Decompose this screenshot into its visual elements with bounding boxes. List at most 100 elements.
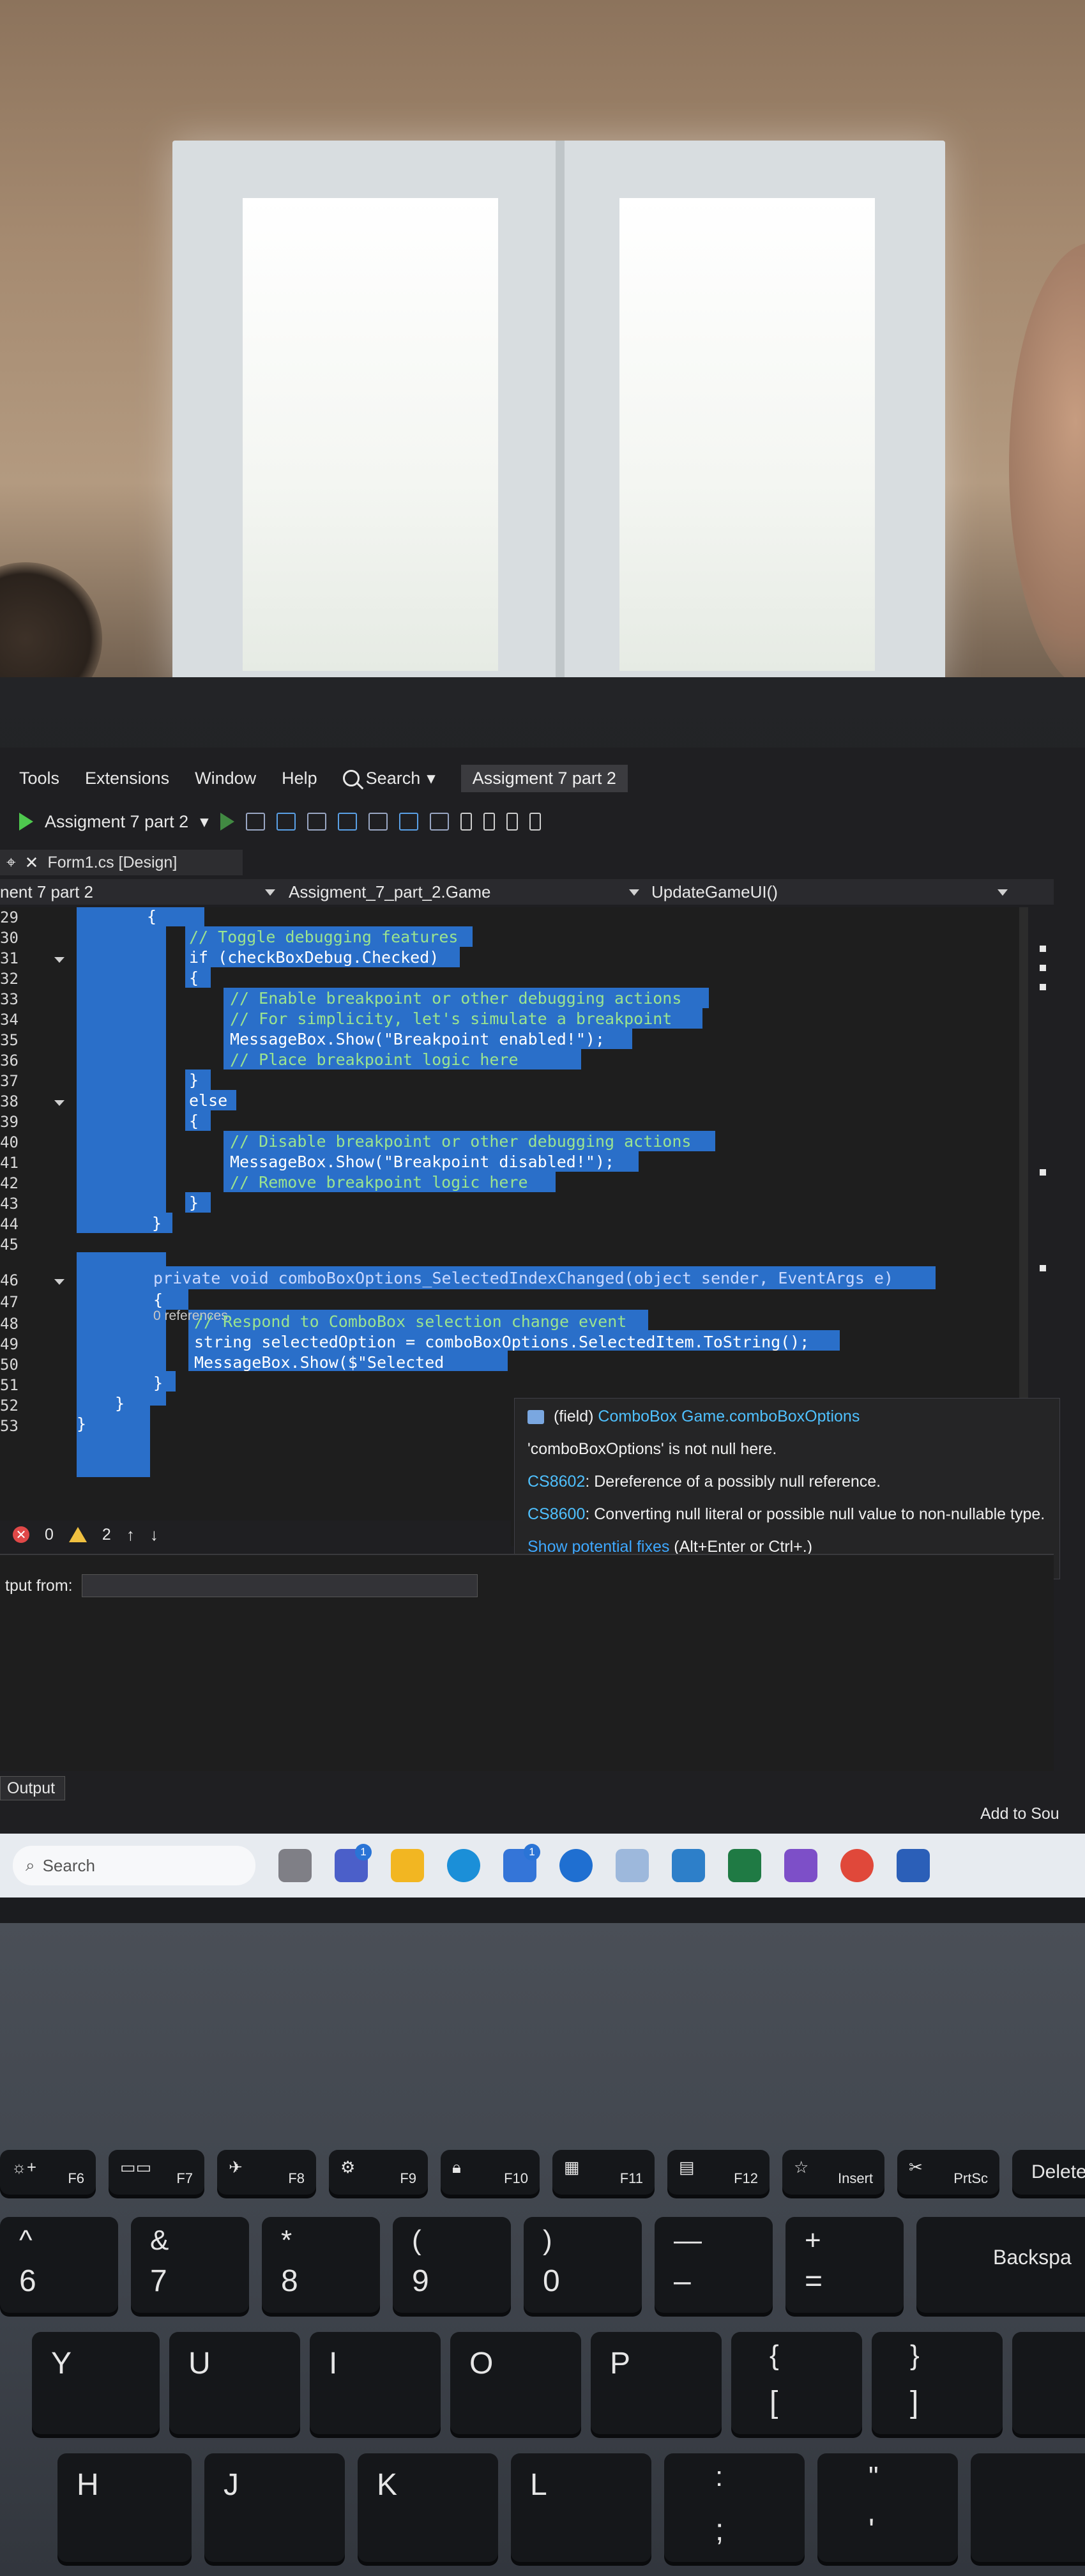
- uncomment-icon[interactable]: [429, 813, 449, 831]
- chevron-down-icon[interactable]: [629, 889, 639, 896]
- taskbar-search[interactable]: ⌕ Search: [13, 1846, 255, 1885]
- comment-icon[interactable]: [398, 813, 418, 831]
- key-h[interactable]: H: [57, 2453, 192, 2562]
- key-open-bracket[interactable]: {[: [731, 2332, 862, 2434]
- line-number: 53: [0, 1417, 19, 1435]
- layout-icon[interactable]: [276, 813, 296, 831]
- store-icon[interactable]: 1: [503, 1844, 540, 1882]
- key-f11[interactable]: ▦ F11: [552, 2150, 655, 2195]
- bookmark-next-icon[interactable]: [506, 813, 518, 831]
- key-p[interactable]: P: [591, 2332, 722, 2434]
- key-o[interactable]: O: [450, 2332, 581, 2434]
- step-icon[interactable]: [337, 813, 357, 831]
- chrome-icon[interactable]: [840, 1849, 874, 1882]
- text-selection: [166, 907, 204, 926]
- visual-studio-icon[interactable]: [784, 1849, 817, 1882]
- edge-icon[interactable]: [447, 1849, 480, 1882]
- bookmark-clear-icon[interactable]: [529, 813, 541, 831]
- tooltip-signature: (field) ComboBox Game.comboBoxOptions: [527, 1407, 1047, 1426]
- nav-member-dropdown[interactable]: UpdateGameUI(): [651, 882, 778, 902]
- key-equals[interactable]: + =: [785, 2217, 904, 2313]
- hot-reload-icon[interactable]: [245, 813, 265, 831]
- key-label: F6: [68, 2170, 84, 2186]
- key-9[interactable]: (9: [393, 2217, 511, 2313]
- arrow-down-icon[interactable]: ↓: [150, 1525, 158, 1545]
- fold-toggle[interactable]: [54, 1279, 64, 1285]
- key-f8[interactable]: ✈ F8: [217, 2150, 316, 2195]
- menu-tools[interactable]: Tools: [19, 769, 59, 788]
- key-f6[interactable]: ☼+ F6: [0, 2150, 96, 2195]
- key-close-bracket[interactable]: }]: [872, 2332, 1003, 2434]
- bookmark-icon[interactable]: [460, 813, 472, 831]
- key-f10[interactable]: 🔒︎ F10: [441, 2150, 540, 2195]
- key-0[interactable]: ) 0: [524, 2217, 642, 2313]
- key-f7[interactable]: ▭▭ F7: [109, 2150, 204, 2195]
- key-f9[interactable]: ⚙ F9: [329, 2150, 428, 2195]
- line-number: 47: [0, 1293, 19, 1311]
- key-label: F11: [619, 2170, 643, 2186]
- key-quote[interactable]: " ': [817, 2453, 958, 2562]
- word-icon[interactable]: [897, 1849, 930, 1882]
- chevron-down-icon[interactable]: ▾: [200, 812, 209, 832]
- chevron-down-icon[interactable]: [998, 889, 1008, 896]
- file-explorer-icon[interactable]: [391, 1849, 424, 1882]
- warning-icon[interactable]: [68, 1527, 87, 1542]
- align-icon[interactable]: [368, 813, 388, 831]
- bookmark-prev-icon[interactable]: [483, 813, 495, 831]
- line-number: 33: [0, 990, 19, 1008]
- key-minus[interactable]: — –: [655, 2217, 773, 2313]
- key-u[interactable]: U: [169, 2332, 300, 2434]
- close-icon[interactable]: ✕: [25, 853, 39, 873]
- key-semicolon[interactable]: :;: [664, 2453, 805, 2562]
- key-l[interactable]: L: [511, 2453, 651, 2562]
- arrow-up-icon[interactable]: ↑: [126, 1525, 135, 1545]
- key-6[interactable]: ^ 6: [0, 2217, 118, 2313]
- add-to-source-control[interactable]: Add to Sou: [980, 1805, 1059, 1823]
- error-icon[interactable]: ✕: [13, 1526, 29, 1543]
- line-number: 42: [0, 1174, 19, 1192]
- start-debug-icon[interactable]: [19, 813, 33, 831]
- excel-icon[interactable]: [728, 1849, 761, 1882]
- key-7[interactable]: & 7: [131, 2217, 249, 2313]
- key-k[interactable]: K: [358, 2453, 498, 2562]
- key-y[interactable]: Y: [32, 2332, 160, 2434]
- tab-output[interactable]: Output: [0, 1776, 65, 1800]
- start-without-debug-icon[interactable]: [220, 813, 234, 831]
- warning-code-link[interactable]: CS8602: [527, 1473, 585, 1491]
- navigation-bar: nent 7 part 2 Assigment_7_part_2.Game Up…: [0, 879, 1054, 905]
- fold-toggle[interactable]: [54, 1100, 64, 1106]
- key-enter[interactable]: [971, 2453, 1085, 2562]
- show-fixes-link[interactable]: Show potential fixes: [527, 1538, 669, 1556]
- menu-extensions[interactable]: Extensions: [85, 769, 169, 788]
- key-backspace[interactable]: Backspa: [916, 2217, 1085, 2313]
- key-8[interactable]: * 8: [262, 2217, 380, 2313]
- key-label: Delete: [1031, 2161, 1085, 2182]
- menu-help[interactable]: Help: [282, 769, 317, 788]
- fold-toggle[interactable]: [54, 957, 64, 963]
- pin-icon[interactable]: ⌖: [6, 852, 16, 873]
- startup-project-label[interactable]: Assigment 7 part 2: [45, 812, 188, 832]
- key-delete[interactable]: Delete: [1012, 2150, 1085, 2195]
- key-insert[interactable]: ☆ Insert: [782, 2150, 884, 2195]
- search-box[interactable]: Search ▾: [342, 768, 436, 788]
- chevron-down-icon[interactable]: [265, 889, 275, 896]
- menu-window[interactable]: Window: [195, 769, 256, 788]
- warning-code-link[interactable]: CS8600: [527, 1505, 585, 1523]
- key-i[interactable]: I: [310, 2332, 441, 2434]
- nav-project-dropdown[interactable]: nent 7 part 2: [0, 882, 93, 902]
- python-icon[interactable]: [672, 1849, 705, 1882]
- key-prtsc[interactable]: ✂ PrtSc: [897, 2150, 999, 2195]
- filter-icon[interactable]: [307, 813, 326, 831]
- tab-form-design[interactable]: ⌖ ✕ Form1.cs [Design]: [0, 850, 243, 875]
- key-j[interactable]: J: [204, 2453, 345, 2562]
- cortana-icon[interactable]: [559, 1849, 593, 1882]
- teams-icon[interactable]: 1: [335, 1844, 372, 1882]
- nav-class-dropdown[interactable]: Assigment_7_part_2.Game: [289, 882, 491, 902]
- key-f12[interactable]: ▤ F12: [667, 2150, 770, 2195]
- key-backslash[interactable]: [1012, 2332, 1085, 2434]
- key-label: O: [469, 2347, 494, 2380]
- search-label: Search: [365, 768, 421, 788]
- output-source-select[interactable]: [81, 1574, 478, 1597]
- remote-desktop-icon[interactable]: [616, 1849, 649, 1882]
- task-view-icon[interactable]: [278, 1849, 312, 1882]
